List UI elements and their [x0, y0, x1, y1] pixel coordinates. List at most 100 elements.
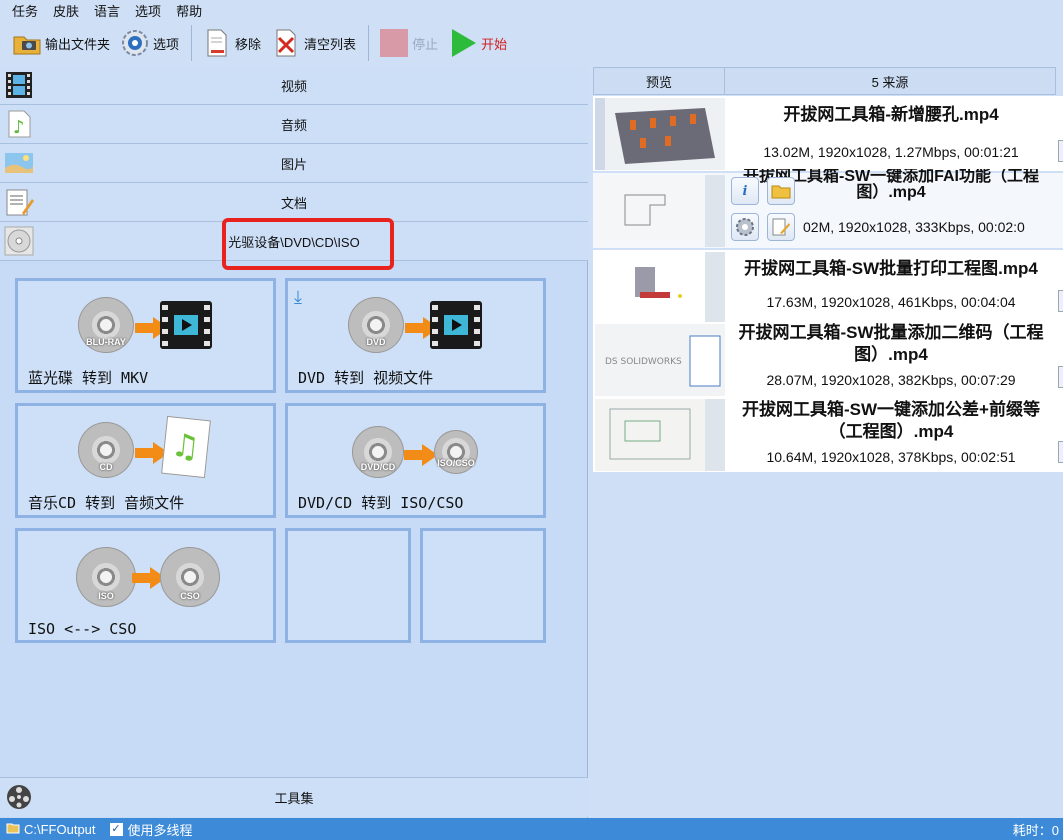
- film-icon: [430, 301, 482, 349]
- multithread-checkbox[interactable]: ✓: [109, 822, 123, 836]
- source-panel: 预览 5 来源 开拔网工具箱-新增腰孔.mp4 13.02M, 1920x102…: [593, 66, 1063, 818]
- tile-dvdcd-to-isocso[interactable]: DVD/CD ISO/CSO DVD/CD 转到 ISO/CSO: [285, 403, 546, 518]
- output-path[interactable]: C:\FFOutput: [24, 822, 96, 837]
- status-bar: C:\FFOutput ✓ 使用多线程 耗时：0: [0, 818, 1063, 840]
- info-button[interactable]: i: [731, 177, 759, 205]
- source-info: 13.02M, 1920x1028, 1.27Mbps, 00:01:21: [763, 144, 1019, 160]
- clear-list-label: 清空列表: [304, 36, 357, 52]
- source-info: 28.07M, 1920x1028, 382Kbps, 00:07:29: [766, 372, 1016, 388]
- source-info: 02M, 1920x1028, 333Kbps, 00:02:0: [803, 219, 1025, 235]
- remove-document-icon: [202, 28, 232, 58]
- tile-cd-to-audio[interactable]: CD ♫ 音乐CD 转到 音频文件: [15, 403, 276, 518]
- options-button[interactable]: 选项: [116, 23, 183, 63]
- menu-task[interactable]: 任务: [12, 1, 38, 20]
- highlight-annotation: [222, 218, 394, 270]
- category-panel: 视频 ♪ 音频 图片 文档 光驱设备\DVD\CD\ISO BLU-RAY 蓝光…: [0, 66, 588, 818]
- source-info: 17.63M, 1920x1028, 461Kbps, 00:04:04: [766, 294, 1016, 310]
- start-label: 开始: [481, 36, 508, 52]
- svg-text:DS SOLIDWORKS: DS SOLIDWORKS: [605, 357, 682, 367]
- film-reel-icon: [4, 782, 34, 812]
- toolset-label: 工具集: [274, 791, 314, 806]
- source-title: 开拔网工具箱-SW一键添加公差+前缀等（工程图）.mp4: [742, 400, 1040, 441]
- tile-label: DVD 转到 视频文件: [298, 369, 434, 387]
- start-button[interactable]: 开始: [444, 23, 511, 63]
- category-video-label: 视频: [280, 78, 307, 94]
- category-document-label: 文档: [280, 195, 307, 211]
- tile-label: 蓝光碟 转到 MKV: [28, 369, 149, 387]
- play-icon: [448, 28, 478, 58]
- row-action-button[interactable]: [1058, 366, 1063, 388]
- category-picture-label: 图片: [280, 156, 307, 172]
- multithread-label: 使用多线程: [127, 822, 193, 838]
- dvdcd-disc-icon: DVD/CD: [352, 426, 404, 478]
- folder-icon: [6, 822, 20, 837]
- menu-options[interactable]: 选项: [135, 1, 161, 20]
- tile-bluray-to-mkv[interactable]: BLU-RAY 蓝光碟 转到 MKV: [15, 278, 276, 393]
- remove-label: 移除: [235, 36, 262, 52]
- source-title: 开拔网工具箱-SW批量打印工程图.mp4: [744, 259, 1038, 278]
- sources-header[interactable]: 5 来源: [724, 67, 1056, 95]
- category-audio[interactable]: ♪ 音频: [0, 105, 588, 144]
- clear-list-icon: [271, 28, 301, 58]
- tile-dvd-to-video[interactable]: ⤓ DVD DVD 转到 视频文件: [285, 278, 546, 393]
- tile-empty: [420, 528, 546, 643]
- source-title: 开拔网工具箱-SW批量添加二维码（工程图）.mp4: [738, 323, 1044, 364]
- stop-label: 停止: [412, 36, 439, 52]
- settings-button[interactable]: [731, 213, 759, 241]
- menu-skin[interactable]: 皮肤: [53, 1, 79, 20]
- info-icon: i: [742, 183, 748, 199]
- menu-language[interactable]: 语言: [94, 1, 120, 20]
- toolset-bar[interactable]: 工具集: [0, 777, 588, 817]
- row-action-button[interactable]: [1058, 140, 1063, 162]
- options-label: 选项: [153, 36, 180, 52]
- tile-iso-cso[interactable]: ISO CSO ISO <--> CSO: [15, 528, 276, 643]
- category-video[interactable]: 视频: [0, 66, 588, 105]
- row-action-button[interactable]: [1058, 290, 1063, 312]
- video-thumbnail: [595, 175, 725, 247]
- source-title: 开拔网工具箱-新增腰孔.mp4: [783, 105, 999, 124]
- stop-button[interactable]: 停止: [375, 23, 442, 63]
- open-folder-button[interactable]: [767, 177, 795, 205]
- isocso-disc-icon: ISO/CSO: [434, 430, 478, 474]
- folder-icon: [771, 185, 791, 199]
- output-folder-button[interactable]: 输出文件夹: [8, 23, 114, 63]
- cd-disc-icon: CD: [78, 422, 134, 478]
- preview-header[interactable]: 预览: [593, 67, 725, 95]
- video-thumbnail: DS SOLIDWORKS: [595, 324, 725, 396]
- edit-button[interactable]: [767, 213, 795, 241]
- category-picture[interactable]: 图片: [0, 144, 588, 183]
- tile-label: 音乐CD 转到 音频文件: [28, 494, 185, 512]
- source-row[interactable]: 开拔网工具箱-SW一键添加公差+前缀等（工程图）.mp4 10.64M, 192…: [593, 397, 1063, 472]
- remove-button[interactable]: 移除: [198, 23, 265, 63]
- tile-label: DVD/CD 转到 ISO/CSO: [298, 494, 464, 512]
- document-icon: [4, 187, 34, 217]
- toolbar-separator: [191, 25, 193, 61]
- row-action-button[interactable]: [1058, 441, 1063, 463]
- source-info: 10.64M, 1920x1028, 378Kbps, 00:02:51: [766, 449, 1016, 465]
- stop-icon: [379, 28, 409, 58]
- source-row[interactable]: 开拔网工具箱-SW一键添加FAI功能（工程图）.mp4 i 02M, 1920x…: [593, 169, 1063, 248]
- menu-bar: 任务 皮肤 语言 选项 帮助: [0, 0, 1063, 20]
- music-file-icon: ♫: [161, 415, 211, 479]
- menu-help[interactable]: 帮助: [176, 1, 202, 20]
- category-document[interactable]: 文档: [0, 183, 588, 222]
- source-row[interactable]: DS SOLIDWORKS 开拔网工具箱-SW批量添加二维码（工程图）.mp4 …: [593, 322, 1063, 397]
- elapsed-time: 耗时：0: [1012, 822, 1059, 838]
- dvd-disc-icon: DVD: [348, 297, 404, 353]
- video-thumbnail: [595, 252, 725, 324]
- film-icon: [160, 301, 212, 349]
- toolbar-separator: [368, 25, 370, 61]
- video-thumbnail: [595, 98, 725, 170]
- output-folder-label: 输出文件夹: [45, 36, 111, 52]
- clear-list-button[interactable]: 清空列表: [267, 23, 360, 63]
- video-thumbnail: [595, 399, 725, 471]
- folder-icon: [12, 28, 42, 58]
- iso-disc-icon: ISO: [76, 547, 136, 607]
- bluray-disc-icon: BLU-RAY: [78, 297, 134, 353]
- source-row[interactable]: 开拔网工具箱-新增腰孔.mp4 13.02M, 1920x1028, 1.27M…: [593, 96, 1063, 171]
- tile-label: ISO <--> CSO: [28, 620, 137, 638]
- tile-empty: [285, 528, 411, 643]
- download-icon: ⤓: [294, 287, 302, 308]
- film-icon: [4, 70, 34, 100]
- source-row[interactable]: 开拔网工具箱-SW批量打印工程图.mp4 17.63M, 1920x1028, …: [593, 250, 1063, 325]
